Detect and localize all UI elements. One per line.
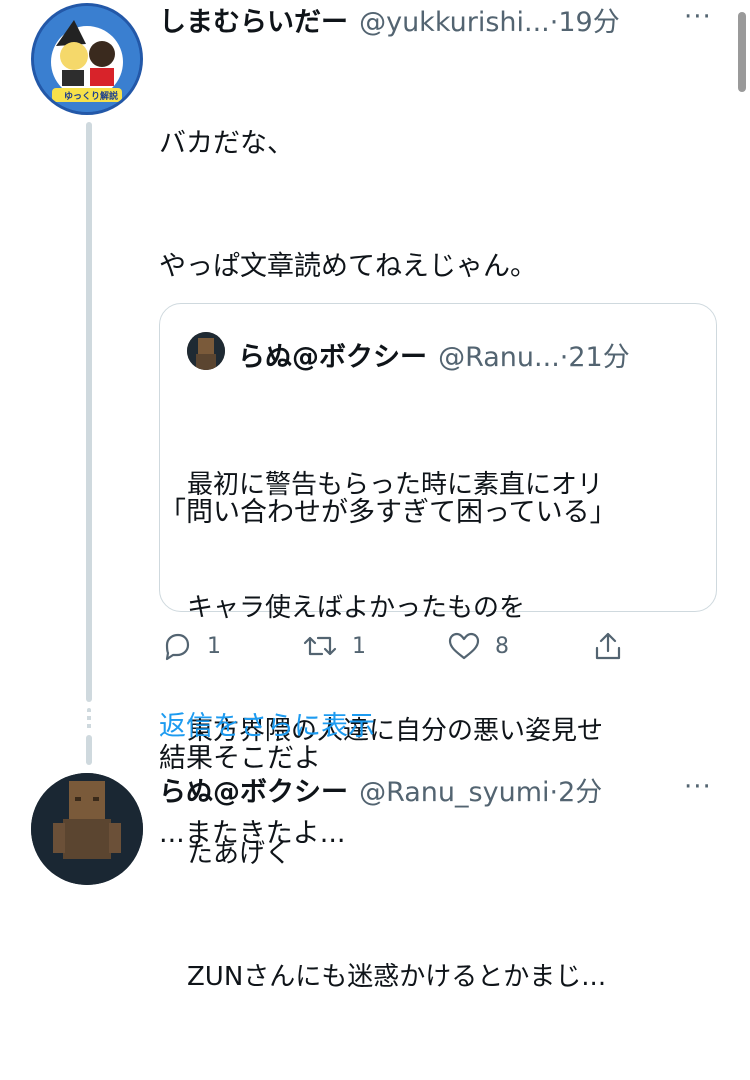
display-name[interactable]: しまむらいだー (159, 7, 348, 38)
tweet2-body: ...またきたよ... (159, 818, 346, 849)
quoted-tweet[interactable]: らぬ@ボクシー @Ranu...·21分 最初に警告もらった時に素直にオリ キャ… (159, 303, 717, 992)
tweet-line: バカだな、 (159, 128, 294, 159)
timestamp[interactable]: ·2分 (550, 777, 603, 808)
retweet-button[interactable]: 1 (302, 630, 366, 662)
quote-timestamp: ·21分 (559, 342, 630, 373)
quote-line: キャラ使えばよかったものを (187, 593, 526, 623)
timestamp[interactable]: ·19分 (550, 7, 620, 38)
heart-icon (448, 632, 480, 660)
quote-avatar (187, 332, 225, 370)
avatar-shimamuraida[interactable]: ゆっくり解説 (31, 3, 143, 115)
tweet-line: やっぱ文章読めてねえじゃん。 (159, 251, 537, 282)
more-options-button[interactable]: ··· (684, 2, 712, 32)
quote-line: 最初に警告もらった時に素直にオリ (187, 470, 604, 500)
thread-line-dots (87, 708, 91, 730)
avatar-image (31, 773, 143, 885)
quote-line: ZUNさんにも迷惑かけるとかまじ... (187, 962, 607, 992)
show-more-replies-link[interactable]: 返信をさらに表示 (159, 704, 375, 743)
avatar-ranu[interactable] (31, 773, 143, 885)
tweet1-header: しまむらいだー @yukkurishi...·19分 (159, 0, 620, 39)
display-name[interactable]: らぬ@ボクシー (159, 777, 348, 808)
quote-avatar-image (187, 332, 225, 370)
tweet2-header: らぬ@ボクシー @Ranu_syumi·2分 (159, 770, 602, 809)
reply-count: 1 (207, 633, 221, 659)
thread-line (86, 122, 92, 702)
avatar-label: ゆっくり解説 (64, 92, 119, 102)
like-button[interactable]: 8 (447, 630, 509, 662)
quote-user-handle: @Ranu... (438, 342, 560, 373)
reply-icon (165, 633, 190, 661)
retweet-count: 1 (352, 633, 366, 659)
share-button[interactable] (592, 630, 624, 662)
scrollbar[interactable] (738, 12, 746, 92)
reply-button[interactable]: 1 (161, 630, 221, 662)
quote-header: らぬ@ボクシー @Ranu...·21分 (238, 335, 630, 374)
thread-line-bottom (86, 735, 92, 765)
quote-display-name: らぬ@ボクシー (238, 342, 427, 373)
user-handle[interactable]: @yukkurishi... (359, 7, 550, 38)
retweet-icon (303, 636, 337, 656)
share-icon (595, 632, 621, 660)
like-count: 8 (495, 633, 509, 659)
user-handle[interactable]: @Ranu_syumi (359, 777, 549, 808)
more-options-button[interactable]: ··· (684, 772, 712, 802)
